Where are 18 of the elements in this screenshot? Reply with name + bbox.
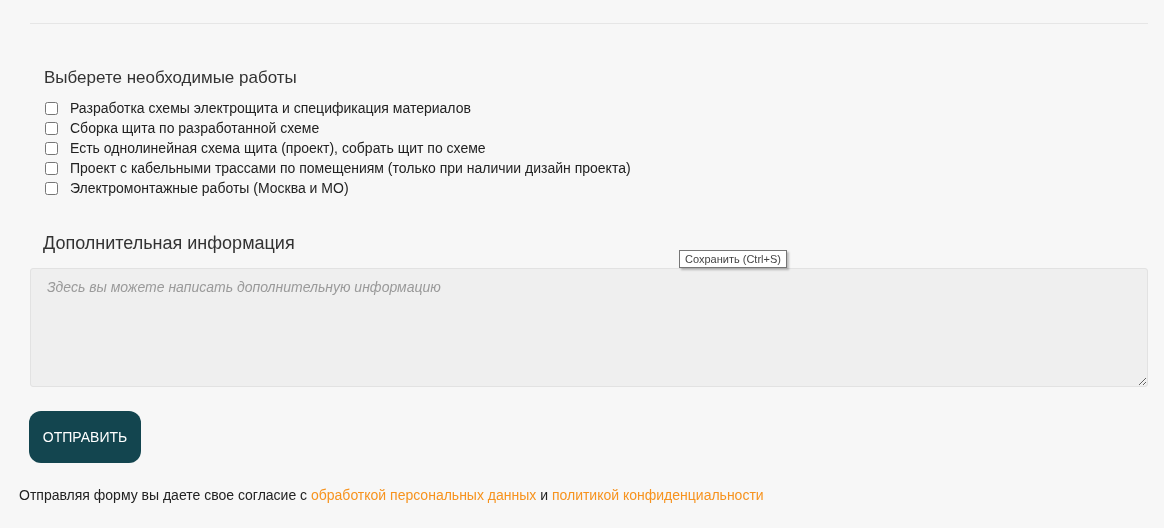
checkbox-label: Электромонтажные работы (Москва и МО) xyxy=(70,180,349,197)
consent-text: Отправляя форму вы даете свое согласие с обработкой персональных данных и политикой конфиденциальности xyxy=(19,487,765,503)
link[interactable]: обработкой персональных данных xyxy=(311,487,537,503)
checkbox-label: Есть однолинейная схема щита (проект), собрать щит по схеме xyxy=(70,140,486,157)
checkbox[interactable] xyxy=(45,102,58,115)
checkbox-label: Разработка схемы электрощита и спецификация материалов xyxy=(70,100,471,117)
section-heading: Дополнительная информация xyxy=(43,233,296,254)
checkbox[interactable] xyxy=(45,142,58,155)
section-heading: Выберете необходимые работы xyxy=(44,68,298,88)
tooltip: Сохранить (Ctrl+S) xyxy=(679,250,787,268)
link[interactable]: политикой конфиденциальности xyxy=(551,487,764,503)
checkbox[interactable] xyxy=(45,162,58,175)
checkbox[interactable] xyxy=(45,182,58,195)
checkbox-label: Проект с кабельными трассами по помещениям (только при наличии дизайн проекта) xyxy=(70,160,631,177)
text-area[interactable]: Здесь вы можете написать дополнительную информацию xyxy=(30,268,1148,387)
checkbox[interactable] xyxy=(45,122,58,135)
submit-button[interactable]: ОТПРАВИТЬ xyxy=(29,411,141,463)
checkbox-label: Сборка щита по разработанной схеме xyxy=(70,120,320,137)
